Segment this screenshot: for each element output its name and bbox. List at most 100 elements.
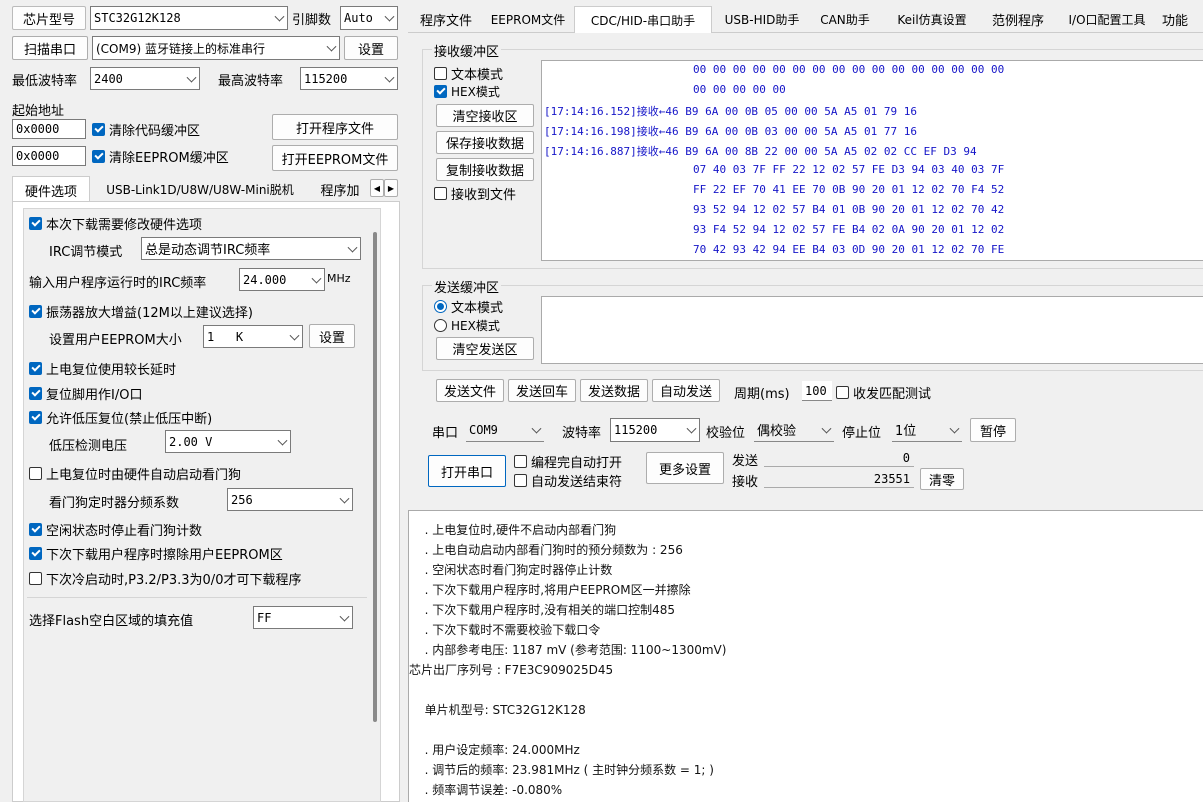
max-baud-select[interactable]: 115200 <box>300 67 398 90</box>
checkbox-checked-icon <box>29 305 42 318</box>
chevron-down-icon <box>289 330 300 341</box>
eeprom-size-select[interactable]: 1 K <box>203 325 303 348</box>
send-return-button[interactable]: 发送回车 <box>508 379 576 402</box>
auto-watchdog-checkbox[interactable]: 上电复位时由硬件自动启动看门狗 <box>29 464 241 483</box>
send-buffer-title: 发送缓冲区 <box>432 277 502 296</box>
clear-code-buffer-checkbox[interactable]: 清除代码缓冲区 <box>92 120 200 139</box>
flash-fill-label: 选择Flash空白区域的填充值 <box>29 614 194 629</box>
recv-line: 00 00 00 00 00 <box>693 83 786 96</box>
tab-eeprom-file[interactable]: EEPROM文件 <box>484 6 572 32</box>
receive-text-area[interactable]: 00 00 00 00 00 00 00 00 00 00 00 00 00 0… <box>541 60 1203 261</box>
clear-receive-button[interactable]: 清空接收区 <box>436 104 534 127</box>
auto-send-button[interactable]: 自动发送 <box>652 379 720 402</box>
cold-boot-p32-checkbox[interactable]: 下次冷启动时,P3.2/P3.3为0/0才可下载程序 <box>29 569 301 588</box>
parity-select[interactable]: 偶校验 <box>754 418 834 442</box>
chevron-down-icon <box>339 611 350 622</box>
send-hex-mode-radio[interactable]: HEX模式 <box>434 317 500 334</box>
send-file-button[interactable]: 发送文件 <box>436 379 504 402</box>
irc-mode-label: IRC调节模式 <box>49 245 123 260</box>
auto-open-after-program-checkbox[interactable]: 编程完自动打开 <box>514 452 622 471</box>
open-eeprom-file-button[interactable]: 打开EEPROM文件 <box>272 145 398 171</box>
tab-can-assistant[interactable]: CAN助手 <box>812 6 878 32</box>
port-select[interactable]: (COM9) 蓝牙链接上的标准串行 <box>92 36 340 60</box>
flash-fill-select[interactable]: FF <box>253 606 353 629</box>
tab-example-programs[interactable]: 范例程序 <box>984 6 1052 32</box>
recv-line: 70 42 93 42 94 EE B4 03 0D 90 20 01 12 0… <box>693 243 1005 256</box>
reset-pin-io-label: 复位脚用作I/O口 <box>46 388 143 403</box>
log-output-area[interactable]: . 上电复位时,硬件不启动内部看门狗 . 上电自动启动内部看门狗时的预分频数为 … <box>408 510 1203 802</box>
tab-keil-emulation[interactable]: Keil仿真设置 <box>880 6 984 32</box>
recv-line: 07 40 03 7F FF 22 12 02 57 FE D3 94 03 4… <box>693 163 1005 176</box>
scrollbar[interactable] <box>373 232 377 722</box>
clear-eeprom-buffer-checkbox[interactable]: 清除EEPROM缓冲区 <box>92 147 229 166</box>
tab-more[interactable]: 功能 <box>1162 6 1203 32</box>
tab-program-file[interactable]: 程序文件 <box>412 6 480 32</box>
irc-frequency-select[interactable]: 24.000 <box>239 268 325 291</box>
open-program-file-button[interactable]: 打开程序文件 <box>272 114 398 140</box>
more-settings-button[interactable]: 更多设置 <box>646 452 724 484</box>
baud-rate-select[interactable]: 115200 <box>610 418 700 442</box>
period-input[interactable]: 100 <box>802 381 832 401</box>
eeprom-address-input[interactable]: 0x0000 <box>12 146 86 166</box>
stop-bits-select[interactable]: 1位 <box>892 418 962 442</box>
lvd-voltage-select[interactable]: 2.00 V <box>165 430 291 453</box>
tab-io-config-tool[interactable]: I/O口配置工具 <box>1054 6 1160 32</box>
tab-scroll-right-button[interactable]: ▶ <box>384 179 398 197</box>
checkbox-checked-icon <box>29 547 42 560</box>
scan-port-button[interactable]: 扫描串口 <box>12 36 88 60</box>
recv-line: 93 52 94 12 02 57 B4 01 0B 90 20 01 12 0… <box>693 203 1005 216</box>
reset-pin-io-checkbox[interactable]: 复位脚用作I/O口 <box>29 384 142 403</box>
recv-hex-mode-checkbox[interactable]: HEX模式 <box>434 83 500 100</box>
pin-count-select[interactable]: Auto <box>340 6 398 30</box>
eeprom-size-set-button[interactable]: 设置 <box>309 324 355 348</box>
erase-eeprom-checkbox[interactable]: 下次下载用户程序时擦除用户EEPROM区 <box>29 544 283 563</box>
checkbox-unchecked-icon <box>836 386 849 399</box>
watchdog-divider-select[interactable]: 256 <box>227 488 353 511</box>
clear-send-button[interactable]: 清空发送区 <box>436 337 534 360</box>
pause-button[interactable]: 暂停 <box>970 418 1016 442</box>
min-baud-select[interactable]: 2400 <box>90 67 200 90</box>
tab-scroll-left-button[interactable]: ◀ <box>370 179 384 197</box>
modify-hw-options-checkbox[interactable]: 本次下载需要修改硬件选项 <box>29 214 202 233</box>
clear-eeprom-buffer-label: 清除EEPROM缓冲区 <box>109 151 229 166</box>
idle-stop-watchdog-checkbox[interactable]: 空闲状态时停止看门狗计数 <box>29 520 202 539</box>
auto-send-terminator-checkbox[interactable]: 自动发送结束符 <box>514 471 622 490</box>
long-reset-delay-checkbox[interactable]: 上电复位使用较长延时 <box>29 359 176 378</box>
chevron-down-icon <box>186 72 197 83</box>
port-select-value: (COM9) 蓝牙链接上的标准串行 <box>96 41 265 56</box>
low-voltage-reset-checkbox[interactable]: 允许低压复位(禁止低压中断) <box>29 408 212 427</box>
tab-hardware-options[interactable]: 硬件选项 <box>12 176 90 203</box>
long-reset-delay-label: 上电复位使用较长延时 <box>46 363 177 378</box>
checkbox-unchecked-icon <box>514 474 527 487</box>
checkbox-checked-icon <box>29 523 42 536</box>
chevron-down-icon <box>277 435 288 446</box>
open-serial-port-button[interactable]: 打开串口 <box>428 455 506 487</box>
port-settings-button[interactable]: 设置 <box>344 36 398 60</box>
recv-line: 00 00 00 00 00 00 00 00 00 00 00 00 00 0… <box>693 63 1005 76</box>
chevron-down-icon <box>274 11 285 22</box>
match-test-checkbox[interactable]: 收发匹配测试 <box>836 383 931 402</box>
copy-receive-button[interactable]: 复制接收数据 <box>436 158 534 181</box>
send-data-button[interactable]: 发送数据 <box>580 379 648 402</box>
chip-model-select[interactable]: STC32G12K128 <box>90 6 288 30</box>
hardware-options-panel: 本次下载需要修改硬件选项 IRC调节模式 总是动态调节IRC频率 输入用户程序运… <box>12 201 400 802</box>
recv-text-mode-radio[interactable]: 文本模式 <box>434 64 503 83</box>
recv-line: FF 22 EF 70 41 EE 70 0B 90 20 01 12 02 7… <box>693 183 1005 196</box>
irc-mode-select[interactable]: 总是动态调节IRC频率 <box>141 237 361 260</box>
tab-usb-link-offline[interactable]: USB-Link1D/U8W/U8W-Mini脱机 <box>92 176 308 202</box>
osc-gain-checkbox[interactable]: 振荡器放大增益(12M以上建议选择) <box>29 302 253 321</box>
serial-port-select[interactable]: COM9 <box>466 418 544 442</box>
chevron-down-icon <box>949 423 960 434</box>
send-text-mode-radio[interactable]: 文本模式 <box>434 297 503 316</box>
tab-cdc-serial-assistant[interactable]: CDC/HID-串口助手 <box>574 6 712 33</box>
max-baud-label: 最高波特率 <box>218 74 284 89</box>
parity-value: 偶校验 <box>757 424 797 439</box>
send-text-area[interactable] <box>541 296 1203 364</box>
tab-program-encrypt[interactable]: 程序加 <box>310 176 370 202</box>
save-receive-button[interactable]: 保存接收数据 <box>436 131 534 154</box>
tab-usb-hid-assistant[interactable]: USB-HID助手 <box>712 6 812 32</box>
code-address-input[interactable]: 0x0000 <box>12 119 86 139</box>
chevron-down-icon <box>686 423 697 434</box>
receive-to-file-checkbox[interactable]: 接收到文件 <box>434 184 516 203</box>
reset-counter-button[interactable]: 清零 <box>920 468 964 490</box>
